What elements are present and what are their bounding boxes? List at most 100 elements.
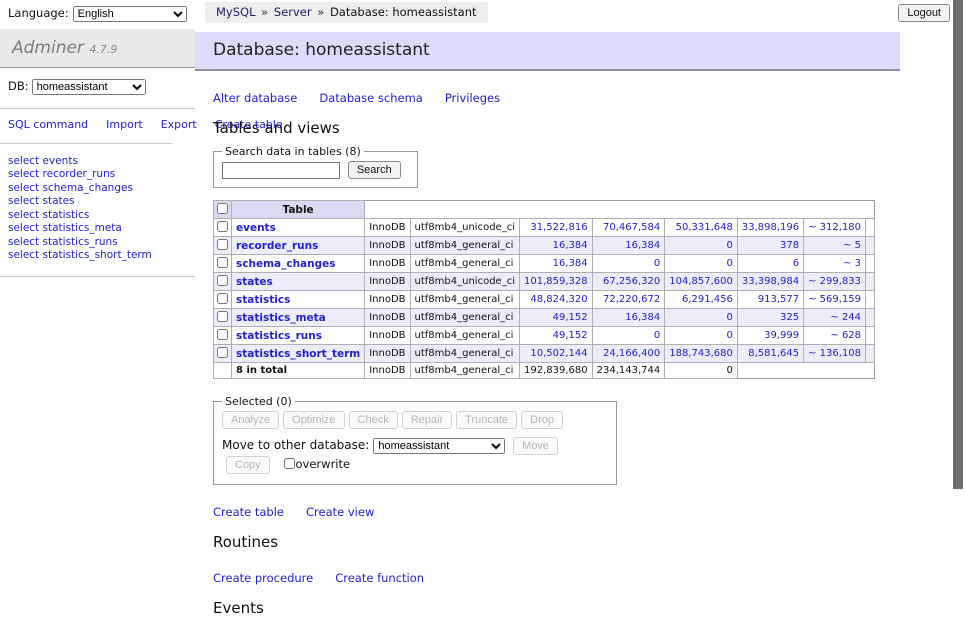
index-length-link[interactable]: 72,220,672 xyxy=(603,294,660,305)
rows-cell: ~ 136,108 xyxy=(804,345,866,363)
auto-increment-link[interactable]: 33,398,984 xyxy=(742,276,799,287)
copy-button[interactable]: Copy xyxy=(226,456,270,474)
nav-link[interactable]: Create function xyxy=(335,571,424,585)
index-length-link[interactable]: 16,384 xyxy=(625,240,660,251)
auto-increment-link[interactable]: 39,999 xyxy=(764,330,799,341)
data-free-link[interactable]: 6,291,456 xyxy=(682,294,733,305)
row-checkbox[interactable] xyxy=(217,257,228,268)
search-legend: Search data in tables (8) xyxy=(222,145,364,158)
overwrite-checkbox[interactable] xyxy=(284,458,295,469)
data-free-link[interactable]: 104,857,600 xyxy=(669,276,733,287)
logout-button[interactable]: Logout xyxy=(898,4,950,22)
table-name-link[interactable]: statistics_short_term xyxy=(236,348,360,360)
index-length-link[interactable]: 16,384 xyxy=(625,312,660,323)
row-checkbox[interactable] xyxy=(217,347,228,358)
index-length-link[interactable]: 0 xyxy=(654,330,660,341)
data-length-link[interactable]: 16,384 xyxy=(553,240,588,251)
sidebar-table-link[interactable]: select events xyxy=(8,155,78,167)
bulk-action-button[interactable]: Truncate xyxy=(456,411,517,429)
index-length-link[interactable]: 70,467,584 xyxy=(603,222,660,233)
bulk-action-button[interactable]: Check xyxy=(349,411,398,429)
rows-cell: ~ 569,159 xyxy=(804,291,866,309)
nav-link[interactable]: Create table xyxy=(213,505,284,519)
sidebar-table-link[interactable]: select statistics xyxy=(8,209,89,221)
data-length-link[interactable]: 49,152 xyxy=(553,312,588,323)
table-name-link[interactable]: statistics_meta xyxy=(236,312,326,324)
nav-link[interactable]: Database schema xyxy=(319,91,422,105)
sidebar-table-link[interactable]: select statistics_runs xyxy=(8,236,118,248)
nav-link[interactable]: Alter database xyxy=(213,91,297,105)
bulk-action-button[interactable]: Repair xyxy=(402,411,452,429)
index-length-link[interactable]: 24,166,400 xyxy=(603,348,660,359)
table-name-link[interactable]: schema_changes xyxy=(236,258,336,270)
bulk-action-button[interactable]: Optimize xyxy=(283,411,344,429)
data-length-cell: 16,384 xyxy=(519,237,592,255)
rows-count-link[interactable]: ~ 312,180 xyxy=(808,222,861,233)
row-checkbox[interactable] xyxy=(217,239,228,250)
row-checkbox[interactable] xyxy=(217,221,228,232)
table-name-link[interactable]: statistics xyxy=(236,294,290,306)
scrollbar-thumb[interactable] xyxy=(953,0,963,489)
rows-count-link[interactable]: ~ 299,833 xyxy=(808,276,861,287)
row-checkbox[interactable] xyxy=(217,275,228,286)
sidebar-action-link[interactable]: Export xyxy=(161,118,197,131)
sidebar-table-link[interactable]: select states xyxy=(8,195,75,207)
data-length-link[interactable]: 101,859,328 xyxy=(524,276,588,287)
move-button[interactable]: Move xyxy=(513,437,558,455)
data-free-link[interactable]: 0 xyxy=(726,330,732,341)
rows-count-link[interactable]: ~ 3 xyxy=(843,258,861,269)
auto-increment-link[interactable]: 33,898,196 xyxy=(742,222,799,233)
rows-count-link[interactable]: ~ 136,108 xyxy=(808,348,861,359)
nav-link[interactable]: Create procedure xyxy=(213,571,313,585)
select-all-checkbox[interactable] xyxy=(217,203,228,214)
data-free-link[interactable]: 0 xyxy=(726,258,732,269)
auto-increment-link[interactable]: 378 xyxy=(780,240,799,251)
sidebar-table-link[interactable]: select recorder_runs xyxy=(8,168,115,180)
sidebar-table-link[interactable]: select statistics_meta xyxy=(8,222,122,234)
nav-link[interactable]: Create view xyxy=(306,505,374,519)
index-length-link[interactable]: 67,256,320 xyxy=(603,276,660,287)
sidebar-action-link[interactable]: SQL command xyxy=(8,118,88,131)
scrollbar[interactable] xyxy=(952,0,966,543)
auto-increment-link[interactable]: 325 xyxy=(780,312,799,323)
data-free-link[interactable]: 0 xyxy=(726,312,732,323)
bulk-action-button[interactable]: Analyze xyxy=(222,411,279,429)
nav-link[interactable]: Privileges xyxy=(445,91,500,105)
rows-count-link[interactable]: ~ 569,159 xyxy=(808,294,861,305)
data-length-link[interactable]: 16,384 xyxy=(553,258,588,269)
data-length-link[interactable]: 31,522,816 xyxy=(530,222,587,233)
row-checkbox[interactable] xyxy=(217,311,228,322)
auto-increment-link[interactable]: 6 xyxy=(793,258,799,269)
row-checkbox[interactable] xyxy=(217,293,228,304)
db-select[interactable]: homeassistant xyxy=(32,79,146,95)
sidebar-action-link[interactable]: Import xyxy=(106,118,143,131)
auto-increment-link[interactable]: 8,581,645 xyxy=(748,348,799,359)
data-length-link[interactable]: 10,502,144 xyxy=(530,348,587,359)
table-name-link[interactable]: events xyxy=(236,222,276,234)
data-free-link[interactable]: 0 xyxy=(726,240,732,251)
search-input[interactable] xyxy=(222,162,340,179)
rows-cell: ~ 3 xyxy=(804,255,866,273)
move-db-select[interactable]: homeassistant xyxy=(373,438,505,454)
data-length-link[interactable]: 48,824,320 xyxy=(530,294,587,305)
bulk-action-button[interactable]: Drop xyxy=(521,411,563,429)
rows-count-link[interactable]: ~ 628 xyxy=(830,330,861,341)
search-button[interactable]: Search xyxy=(348,161,401,179)
total-row: 8 in total InnoDB utf8mb4_general_ci 192… xyxy=(214,363,875,379)
sidebar-table-link[interactable]: select schema_changes xyxy=(8,182,133,194)
table-name-link[interactable]: recorder_runs xyxy=(236,240,318,252)
data-length-link[interactable]: 49,152 xyxy=(553,330,588,341)
rows-count-link[interactable]: ~ 5 xyxy=(843,240,861,251)
row-checkbox[interactable] xyxy=(217,329,228,340)
breadcrumb-server-link[interactable]: Server xyxy=(274,5,312,19)
rows-count-link[interactable]: ~ 244 xyxy=(830,312,861,323)
data-free-link[interactable]: 188,743,680 xyxy=(669,348,733,359)
sidebar-table-link[interactable]: select statistics_short_term xyxy=(8,249,152,261)
data-free-link[interactable]: 50,331,648 xyxy=(676,222,733,233)
auto-increment-link[interactable]: 913,577 xyxy=(758,294,799,305)
language-select[interactable]: English xyxy=(73,6,187,22)
breadcrumb-mysql-link[interactable]: MySQL xyxy=(216,5,256,19)
table-name-link[interactable]: statistics_runs xyxy=(236,330,322,342)
table-name-link[interactable]: states xyxy=(236,276,273,288)
index-length-link[interactable]: 0 xyxy=(654,258,660,269)
